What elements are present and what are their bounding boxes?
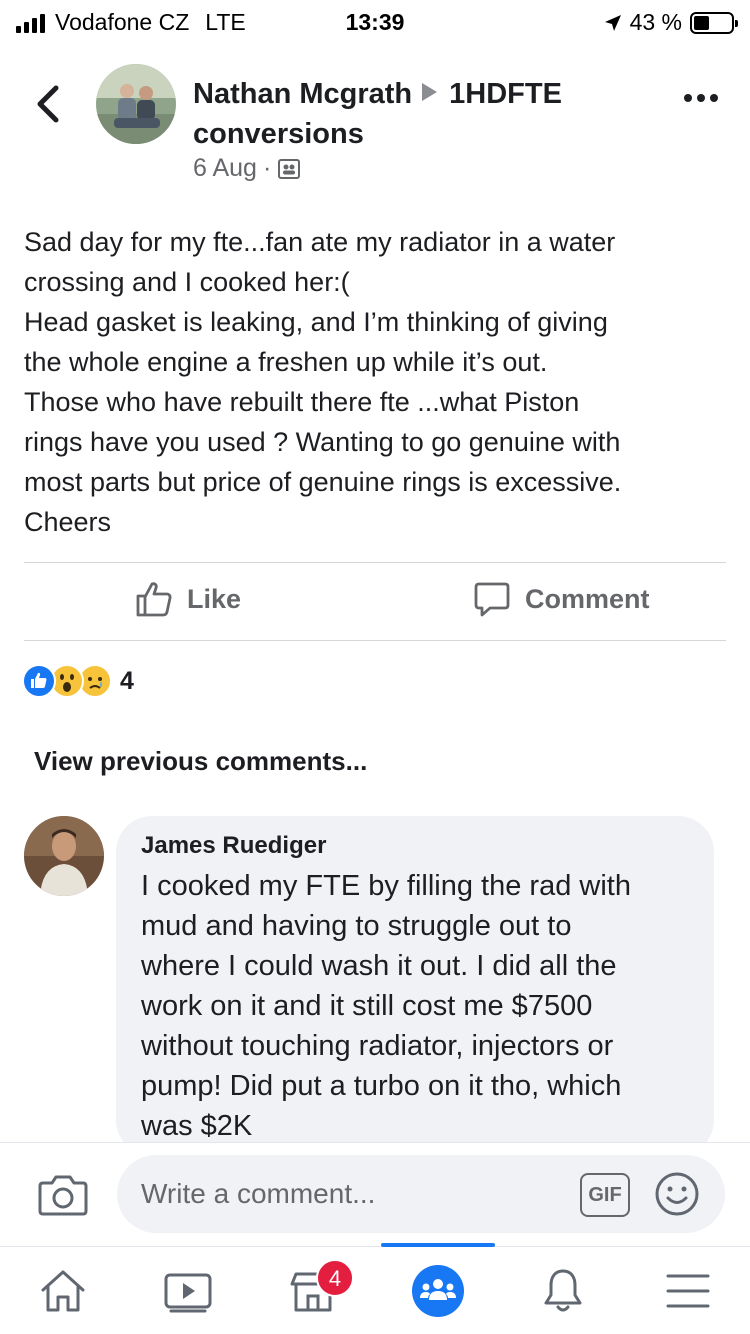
post-date[interactable]: 6 Aug [193, 154, 257, 183]
group-name-continued[interactable]: conversions [193, 118, 364, 150]
thumbs-up-icon [136, 582, 172, 617]
like-button[interactable]: Like [135, 580, 241, 618]
comment-label: Comment [525, 583, 650, 614]
status-right: 43 % [604, 9, 738, 36]
comment-input[interactable] [117, 1155, 725, 1233]
comment-author-name[interactable]: James Ruediger [141, 832, 326, 860]
reaction-count: 4 [120, 666, 134, 695]
comment-bubble-icon [474, 582, 510, 617]
bell-icon [544, 1269, 581, 1312]
post-text-line: Sad day for my fte...fan ate my radiator… [24, 227, 616, 257]
camera-icon[interactable] [38, 1171, 88, 1217]
battery-icon [690, 11, 738, 34]
group-name[interactable]: 1HDFTE [449, 78, 562, 110]
post-text-line: crossing and I cooked her:( [24, 267, 350, 297]
like-reaction-icon [22, 664, 56, 698]
tab-marketplace[interactable] [250, 1247, 375, 1334]
post-meta: 6 Aug · [193, 154, 301, 183]
comment-text-line: work on it and it still cost me $7500 [141, 990, 593, 1022]
comment-text-line: I cooked my FTE by filling the rad with [141, 870, 631, 902]
tab-menu[interactable] [625, 1247, 750, 1334]
emoji-icon[interactable] [654, 1171, 700, 1217]
comment-button[interactable]: Comment [473, 580, 650, 618]
divider [24, 562, 726, 563]
more-options-icon[interactable] [684, 94, 718, 102]
comment-text-line: without touching radiator, injectors or [141, 1030, 614, 1062]
comment-text-line: mud and having to struggle out to [141, 910, 572, 942]
tab-bar: 4 [0, 1243, 750, 1334]
tab-watch[interactable] [125, 1247, 250, 1334]
watch-video-icon [164, 1273, 211, 1313]
gif-button[interactable]: GIF [580, 1173, 630, 1217]
group-audience-icon [278, 158, 301, 179]
back-arrow-icon[interactable] [30, 84, 66, 124]
divider [24, 640, 726, 641]
reactions-summary[interactable]: 4 [22, 664, 134, 698]
post-text-line: Those who have rebuilt there fte ...what… [24, 387, 580, 417]
location-arrow-icon [604, 14, 621, 31]
post-text-line: the whole engine a freshen up while it’s… [24, 347, 548, 377]
battery-percent: 43 % [629, 9, 682, 35]
meta-separator: · [262, 154, 272, 182]
author-avatar[interactable] [96, 64, 176, 144]
author-name[interactable]: Nathan Mcgrath [193, 78, 412, 110]
shared-to-arrow-icon [422, 83, 438, 101]
comment-text: I cooked my FTE by filling the rad with … [141, 866, 711, 1146]
post-text-line: most parts but price of genuine rings is… [24, 467, 622, 497]
post-text-line: Head gasket is leaking, and I’m thinking… [24, 307, 608, 337]
tab-groups[interactable] [375, 1247, 500, 1334]
post-text-line: Cheers [24, 507, 112, 537]
post-author-line: Nathan Mcgrath 1HDFTE conversions [193, 74, 613, 154]
status-bar: Vodafone CZ LTE 13:39 43 % [0, 0, 750, 44]
commenter-avatar[interactable] [24, 816, 104, 896]
tab-notifications[interactable] [500, 1247, 625, 1334]
marketplace-badge: 4 [316, 1259, 354, 1297]
comment-text-line: was $2K [141, 1110, 253, 1142]
groups-icon [411, 1265, 464, 1317]
hamburger-menu-icon [666, 1274, 709, 1308]
home-icon [41, 1270, 84, 1312]
comment-text-line: pump! Did put a turbo on it tho, which [141, 1070, 622, 1102]
post-text: Sad day for my fte...fan ate my radiator… [24, 222, 728, 542]
post-text-line: rings have you used ? Wanting to go genu… [24, 427, 621, 457]
comment-text-line: where I could wash it out. I did all the [141, 950, 617, 982]
comment-composer: GIF [0, 1142, 750, 1246]
view-previous-comments-link[interactable]: View previous comments... [34, 746, 367, 777]
like-label: Like [187, 583, 242, 614]
tab-home[interactable] [0, 1247, 125, 1334]
